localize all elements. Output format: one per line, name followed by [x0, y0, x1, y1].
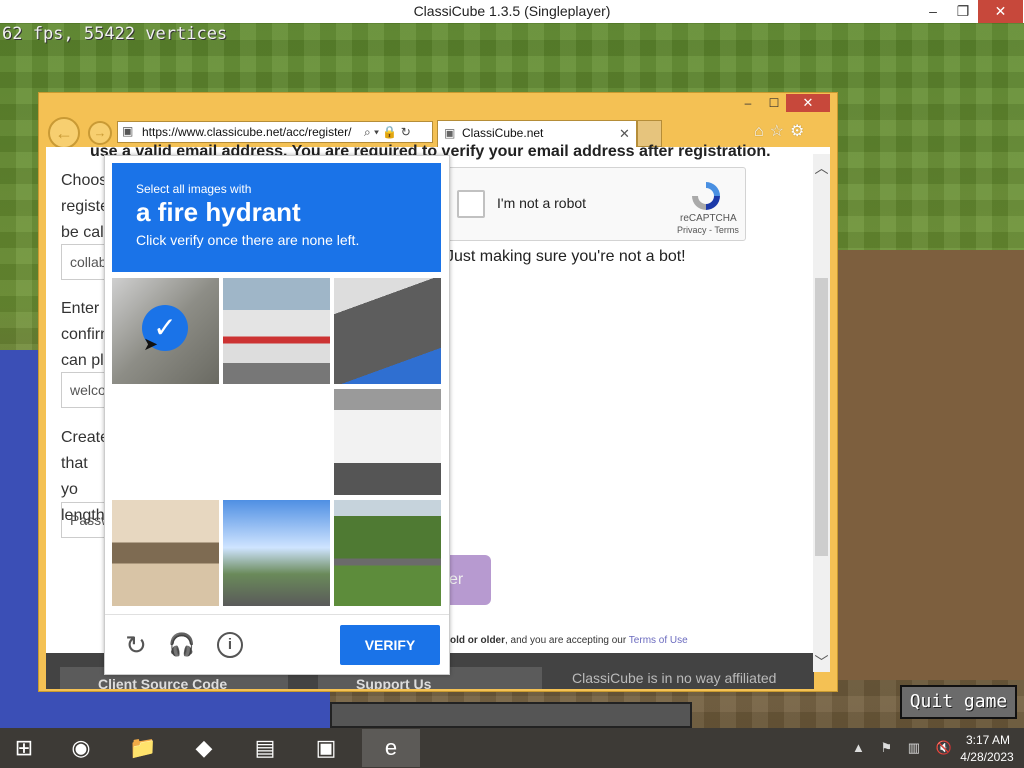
captcha-tile-3[interactable] — [334, 278, 441, 384]
game-maximize-button[interactable]: ❐ — [948, 0, 978, 23]
recaptcha-label: I'm not a robot — [497, 195, 587, 211]
bot-note: Just making sure you're not a bot! — [446, 248, 686, 265]
captcha-divider — [105, 614, 449, 615]
recaptcha-brand: reCAPTCHA — [680, 213, 737, 224]
recaptcha-privacy-terms-link[interactable]: Privacy - Terms — [677, 225, 739, 235]
taskbar-game-icon[interactable]: ◆ — [180, 729, 228, 767]
fps-counter: 62 fps, 55422 vertices — [2, 24, 228, 44]
game-window-title: ClassiCube 1.3.5 (Singleplayer) — [413, 3, 611, 19]
email-label: Enter confirm can pl — [61, 300, 114, 369]
clock-time[interactable]: 3:17 AM — [956, 733, 1020, 747]
recaptcha-checkbox[interactable] — [457, 190, 485, 218]
captcha-tile-2[interactable] — [223, 278, 330, 384]
taskbar-explorer-icon[interactable]: 📁 — [119, 729, 167, 767]
captcha-tile-8[interactable] — [223, 500, 330, 606]
username-label: Choose registe be cal — [61, 172, 117, 241]
browser-minimize-button[interactable]: – — [738, 96, 758, 112]
back-button[interactable]: ← — [48, 117, 80, 149]
terms-age: old or older — [450, 635, 505, 646]
browser-close-button[interactable]: ✕ — [786, 94, 830, 112]
taskbar-chrome-icon[interactable]: ◉ — [57, 729, 105, 767]
scroll-up-icon[interactable]: ︿ — [813, 158, 830, 176]
captcha-tile-9[interactable] — [334, 500, 441, 606]
game-close-button[interactable]: ✕ — [978, 0, 1023, 23]
scroll-thumb[interactable] — [815, 278, 828, 556]
address-tools-icon[interactable]: ⌕ ▾ 🔒 ↻ — [364, 121, 411, 143]
reload-challenge-icon[interactable]: ↻ — [122, 631, 150, 659]
terms-of-use-link[interactable]: Terms of Use — [629, 635, 688, 646]
recaptcha-logo-icon — [692, 182, 720, 210]
captcha-subinstruction: Click verify once there are none left. — [136, 232, 360, 248]
clock-date[interactable]: 4/28/2023 — [954, 750, 1020, 764]
captcha-instruction: Select all images with — [136, 182, 252, 196]
site-icon: ▣ — [122, 124, 134, 138]
register-button[interactable]: er — [449, 555, 491, 605]
address-url[interactable]: https://www.classicube.net/acc/register/ — [142, 121, 360, 143]
game-water — [0, 690, 330, 730]
captcha-tile-6[interactable] — [334, 389, 441, 495]
quit-game-button[interactable]: Quit game — [900, 685, 1017, 719]
taskbar-classicube-icon[interactable]: ▣ — [302, 729, 350, 767]
captcha-tile-loading[interactable] — [112, 389, 330, 495]
tab-favicon-icon: ▣ — [444, 126, 456, 140]
start-button-icon[interactable]: ⊞ — [0, 729, 48, 767]
game-dirt-wall — [838, 250, 1024, 680]
terms-middle: , and you are accepting our — [505, 635, 629, 646]
home-favorites-settings-icon[interactable]: ⌂☆⚙ — [754, 120, 810, 144]
game-hotbar[interactable] — [330, 702, 692, 728]
verify-button[interactable]: VERIFY — [340, 625, 440, 665]
taskbar-monitor-icon[interactable]: ▤ — [241, 729, 289, 767]
browser-maximize-button[interactable]: ☐ — [764, 96, 784, 112]
game-minimize-button[interactable]: – — [918, 0, 948, 23]
mouse-cursor-icon: ➤ — [143, 334, 159, 354]
info-icon[interactable]: i — [217, 632, 243, 658]
scroll-down-icon[interactable]: ﹀ — [813, 652, 830, 670]
forward-button[interactable]: → — [88, 121, 112, 145]
audio-challenge-icon[interactable]: 🎧 — [168, 631, 196, 659]
captcha-target: a fire hydrant — [136, 197, 301, 227]
footer-note: ClassiCube is in no way affiliated — [572, 670, 777, 686]
taskbar-ie-icon[interactable]: e — [362, 729, 420, 767]
system-tray-icon[interactable]: ▲ ⚑ ▥ 🔇 — [852, 728, 958, 768]
terms-text: old or older, and you are accepting our … — [450, 635, 688, 646]
captcha-tile-7[interactable] — [112, 500, 219, 606]
